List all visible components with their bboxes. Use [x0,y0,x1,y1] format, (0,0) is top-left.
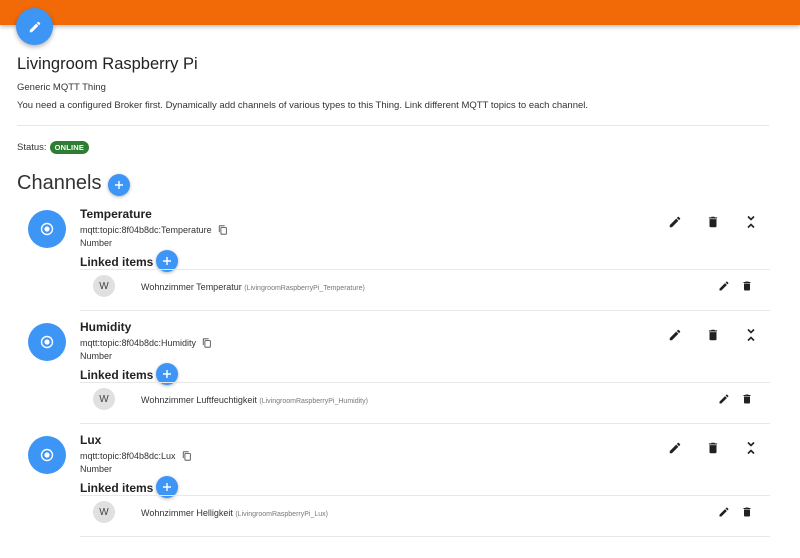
edit-link-button[interactable] [715,277,733,295]
delete-channel-button[interactable] [704,439,722,457]
pencil-icon [669,442,681,454]
channel-uid: mqtt:topic:8f04b8dc:Humidity [80,338,197,348]
trash-icon [743,394,751,404]
channel-card: Lux mqtt:topic:8f04b8dc:Lux Number Linke… [0,425,800,537]
thing-description: You need a configured Broker first. Dyna… [17,100,589,111]
avatar: W [93,501,115,523]
avatar: W [93,275,115,297]
edit-channel-button[interactable] [666,326,684,344]
copy-icon[interactable] [218,225,228,235]
channel-name: Lux [80,433,102,447]
avatar: W [93,388,115,410]
linked-item-label: Wohnzimmer Temperatur (LivingroomRaspber… [141,282,365,292]
channel-icon-button[interactable] [28,323,66,361]
channel-uid-row: mqtt:topic:8f04b8dc:Lux [80,451,192,461]
channel-uid: mqtt:topic:8f04b8dc:Temperature [80,225,212,235]
collapse-icon [747,328,755,342]
channel-uid-row: mqtt:topic:8f04b8dc:Humidity [80,338,212,348]
pencil-icon [669,329,681,341]
trash-icon [708,329,718,341]
linked-item-name: (LivingroomRaspberryPi_Lux) [235,511,328,518]
collapse-channel-button[interactable] [742,326,760,344]
divider [17,125,769,126]
linked-items-label: Linked items [80,255,154,269]
pencil-icon [719,507,729,517]
plus-icon [163,370,171,378]
copy-icon[interactable] [182,451,192,461]
channel-type: Number [80,464,113,474]
collapse-icon [747,215,755,229]
linked-item-row[interactable]: W Wohnzimmer Luftfeuchtigkeit (Livingroo… [80,382,770,416]
plus-icon [163,257,171,265]
thing-type: Generic MQTT Thing [17,82,106,93]
trash-icon [743,507,751,517]
channels-heading: Channels [17,172,102,194]
copy-icon[interactable] [202,338,212,348]
delete-link-button[interactable] [738,277,756,295]
linked-item-title: Wohnzimmer Luftfeuchtigkeit [141,395,257,405]
linked-item-label: Wohnzimmer Luftfeuchtigkeit (LivingroomR… [141,395,368,405]
edit-link-button[interactable] [715,390,733,408]
collapse-channel-button[interactable] [742,439,760,457]
radio-button-icon [40,222,54,236]
linked-item-row[interactable]: W Wohnzimmer Helligkeit (LivingroomRaspb… [80,495,770,529]
divider [80,536,770,537]
linked-item-title: Wohnzimmer Helligkeit [141,508,233,518]
channel-uid-row: mqtt:topic:8f04b8dc:Temperature [80,225,228,235]
pencil-icon [719,394,729,404]
edit-thing-button[interactable] [16,8,53,45]
delete-link-button[interactable] [738,390,756,408]
pencil-icon [669,216,681,228]
delete-channel-button[interactable] [704,213,722,231]
collapse-icon [747,441,755,455]
channel-name: Humidity [80,320,132,334]
add-channel-button[interactable] [108,174,130,196]
channel-type: Number [80,351,113,361]
channel-name: Temperature [80,207,152,221]
linked-item-name: (LivingroomRaspberryPi_Temperature) [244,285,365,292]
channel-card: Temperature mqtt:topic:8f04b8dc:Temperat… [0,199,800,311]
plus-icon [163,483,171,491]
collapse-channel-button[interactable] [742,213,760,231]
trash-icon [743,281,751,291]
divider [80,310,770,311]
top-toolbar [0,0,800,25]
trash-icon [708,442,718,454]
channel-icon-button[interactable] [28,210,66,248]
status-badge: ONLINE [49,141,90,154]
linked-items-label: Linked items [80,481,154,495]
edit-channel-button[interactable] [666,213,684,231]
delete-link-button[interactable] [738,503,756,521]
edit-channel-button[interactable] [666,439,684,457]
linked-item-row[interactable]: W Wohnzimmer Temperatur (LivingroomRaspb… [80,269,770,303]
pencil-icon [719,281,729,291]
page-title: Livingroom Raspberry Pi [17,55,198,73]
trash-icon [708,216,718,228]
channel-card: Humidity mqtt:topic:8f04b8dc:Humidity Nu… [0,312,800,424]
linked-item-label: Wohnzimmer Helligkeit (LivingroomRaspber… [141,508,328,518]
pencil-icon [29,21,40,32]
radio-button-icon [40,335,54,349]
edit-link-button[interactable] [715,503,733,521]
channel-type: Number [80,238,113,248]
channel-icon-button[interactable] [28,436,66,474]
channel-uid: mqtt:topic:8f04b8dc:Lux [80,451,176,461]
plus-icon [115,181,123,189]
linked-items-label: Linked items [80,368,154,382]
delete-channel-button[interactable] [704,326,722,344]
divider [80,423,770,424]
linked-item-name: (LivingroomRaspberryPi_Humidity) [259,398,368,405]
linked-item-title: Wohnzimmer Temperatur [141,282,242,292]
radio-button-icon [40,448,54,462]
status-label: Status: [17,142,47,153]
status-row: Status: ONLINE [17,141,90,154]
